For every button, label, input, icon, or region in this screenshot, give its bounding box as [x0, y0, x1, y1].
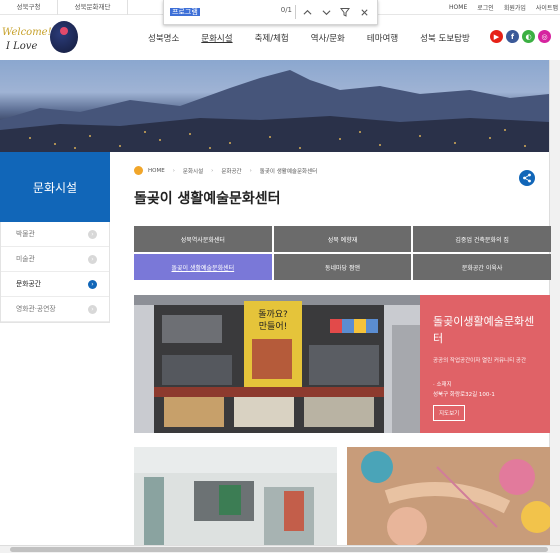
facility-building-photo: 돌까요? 만들어!	[134, 295, 420, 433]
sidebar-item-art-gallery[interactable]: 미술관 ›	[1, 247, 109, 272]
interior-photo	[134, 447, 337, 545]
gallery-photo-knitting[interactable]	[347, 447, 550, 545]
nav-item-history[interactable]: 역사/문화	[311, 32, 345, 44]
chevron-up-icon	[303, 9, 311, 15]
facility-name: 돌곶이생활예술문화센터	[433, 315, 535, 345]
breadcrumb-cultural-facilities[interactable]: 문화시설	[183, 167, 203, 175]
top-links: HOME 로그인 회원가입 사이트맵	[449, 0, 558, 15]
facility-info-panel: 돌곶이생활예술문화센터 공공의 작업공간이자 열린 커뮤니티 공간 · 소재지 …	[420, 295, 550, 433]
sidebar-item-culture-space[interactable]: 문화공간 ›	[1, 272, 109, 297]
sidebar-item-label: 영화관·공연장	[16, 305, 56, 313]
find-match-count: 0/1	[280, 6, 292, 14]
tab-yehyangjae[interactable]: 성북 예향재	[273, 226, 412, 252]
find-divider	[295, 5, 296, 19]
tab-history-culture-center[interactable]: 성북역사문화센터	[134, 226, 272, 252]
nav-item-cultural-facilities[interactable]: 문화시설	[201, 32, 232, 44]
sidebar-item-museum[interactable]: 박물관 ›	[1, 222, 109, 247]
hero-banner	[0, 60, 549, 152]
view-map-button[interactable]: 지도보기	[433, 405, 466, 421]
find-query: 프로그램	[170, 8, 200, 16]
find-next-button[interactable]	[319, 4, 333, 20]
logo-i-love: I Love	[6, 41, 38, 52]
signup-link[interactable]: 회원가입	[504, 3, 526, 12]
tab-lee-yuksa[interactable]: 문화공간 이육사	[413, 254, 551, 280]
tab-kim-joongup-house[interactable]: 김중업 건축문화의 집	[413, 226, 551, 252]
sidebar-item-label: 박물관	[16, 230, 35, 238]
kakao-icon[interactable]: ◐	[522, 30, 535, 43]
facebook-icon[interactable]: f	[506, 30, 519, 43]
breadcrumb-separator: ›	[249, 167, 252, 174]
breadcrumb-home[interactable]: HOME	[148, 168, 165, 174]
breadcrumb: HOME › 문화시설 › 문화공간 › 돌곶이 생활예술문화센터	[134, 166, 317, 175]
sidebar-title: 문화시설	[0, 152, 110, 222]
sidebar-item-label: 문화공간	[16, 280, 42, 288]
login-link[interactable]: 로그인	[477, 3, 494, 12]
instagram-icon[interactable]: ◎	[538, 30, 551, 43]
sidebar-item-theater[interactable]: 영화관·공연장 ›	[1, 297, 109, 322]
find-close-button[interactable]	[357, 4, 371, 20]
logo-seal-icon	[50, 21, 78, 53]
youtube-icon[interactable]: ▶	[490, 30, 503, 43]
nav-item-theme-travel[interactable]: 테마여행	[367, 32, 398, 44]
close-icon	[360, 8, 368, 16]
sitemap-link[interactable]: 사이트맵	[536, 3, 558, 12]
building-illustration: 돌까요? 만들어!	[134, 295, 420, 433]
sidebar-item-label: 미술관	[16, 255, 35, 263]
gallery-photo-interior[interactable]	[134, 447, 337, 545]
address-label: · 소재지	[433, 382, 452, 388]
nav-item-walking-tour[interactable]: 성북 도보탐방	[420, 32, 470, 44]
home-link[interactable]: HOME	[449, 4, 467, 11]
find-filter-button[interactable]	[338, 4, 352, 20]
facility-tabs: 성북역사문화센터 성북 예향재 김중업 건축문화의 집 돌곶이 생활예술문화센터…	[134, 226, 551, 280]
facility-feature: 돌까요? 만들어! 돌곶이생활예술문화센터 공공의 작업공간이자 열린 커뮤니티…	[134, 295, 550, 433]
breadcrumb-separator: ›	[211, 167, 214, 174]
chevron-right-icon: ›	[88, 255, 97, 264]
vertical-scrollbar[interactable]	[549, 60, 560, 545]
svg-text:돌까요?: 돌까요?	[258, 309, 288, 320]
chevron-right-icon: ›	[88, 230, 97, 239]
breadcrumb-culture-space[interactable]: 문화공간	[221, 167, 241, 175]
facility-address: 성북구 화랑로32길 100-1	[433, 392, 495, 398]
tab-dongnemadang[interactable]: 동네마당 짬앤	[273, 254, 412, 280]
find-previous-button[interactable]	[300, 4, 314, 20]
sidebar-menu: 박물관 › 미술관 › 문화공간 › 영화관·공연장 ›	[0, 222, 110, 323]
site-tab-culture-foundation[interactable]: 성북문화재단	[58, 0, 128, 15]
site-logo[interactable]: Welcome! I Love	[2, 19, 82, 57]
share-button[interactable]	[519, 170, 535, 186]
horizontal-scrollbar-thumb[interactable]	[10, 547, 548, 552]
facility-description: 공공의 작업공간이자 열린 커뮤니티 공간	[433, 358, 527, 364]
filter-icon	[340, 8, 350, 17]
sns-links: ▶ f ◐ ◎	[490, 30, 551, 43]
knitting-photo	[347, 447, 550, 545]
site-tab-seongbuk-gu[interactable]: 성북구청	[0, 0, 58, 15]
horizontal-scrollbar[interactable]	[0, 545, 560, 553]
chevron-right-icon: ›	[88, 280, 97, 289]
svg-text:만들어!: 만들어!	[259, 321, 287, 332]
chevron-right-icon: ›	[88, 305, 97, 314]
tab-dolgoji-center[interactable]: 돌곶이 생활예술문화센터	[134, 254, 272, 280]
page-title: 돌곶이 생활예술문화센터	[134, 191, 281, 207]
nav-item-sights[interactable]: 성북명소	[148, 32, 179, 44]
find-bar: 프로그램 0/1	[163, 0, 378, 25]
night-city-illustration	[0, 70, 549, 152]
nav-item-festivals[interactable]: 축제/체험	[255, 32, 289, 44]
share-icon	[523, 173, 531, 183]
chevron-down-icon	[322, 9, 330, 15]
breadcrumb-current: 돌곶이 생활예술문화센터	[259, 168, 318, 175]
logo-welcome: Welcome!	[2, 27, 52, 38]
breadcrumb-separator: ›	[172, 167, 175, 174]
home-icon	[134, 166, 143, 175]
